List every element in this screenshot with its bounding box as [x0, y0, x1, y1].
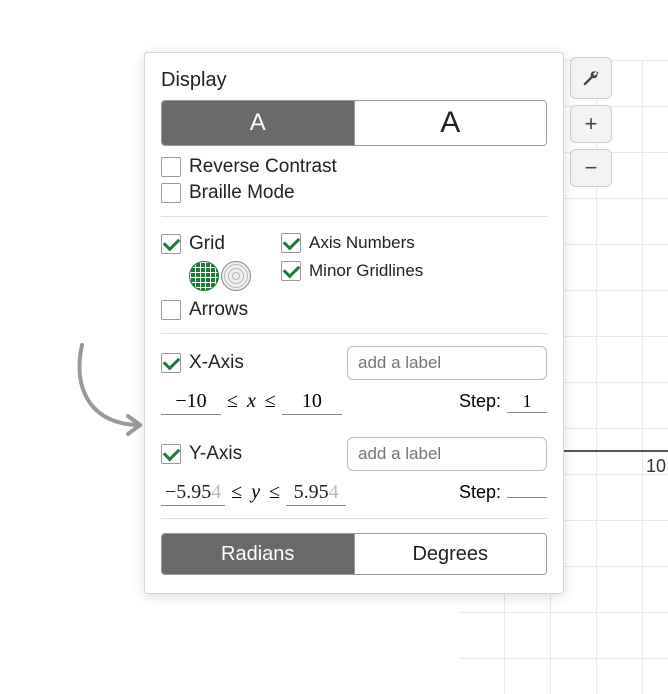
- x-axis-label: X-Axis: [189, 352, 244, 374]
- grid-label: Grid: [189, 233, 225, 255]
- x-axis-label-input[interactable]: [347, 346, 547, 380]
- angle-mode-toggle: Radians Degrees: [161, 533, 547, 575]
- minor-gridlines-checkbox[interactable]: Minor Gridlines: [281, 261, 423, 281]
- divider: [161, 216, 547, 217]
- y-axis-label-input[interactable]: [347, 437, 547, 471]
- axis-numbers-label: Axis Numbers: [309, 233, 415, 253]
- zoom-in-button[interactable]: +: [570, 105, 612, 143]
- y-min-input[interactable]: −5.954: [161, 481, 225, 506]
- grid-style-square[interactable]: [189, 261, 219, 291]
- step-label: Step:: [459, 482, 501, 503]
- checkbox-icon: [281, 261, 301, 281]
- x-min-input[interactable]: −10: [161, 390, 221, 415]
- y-step-input[interactable]: [507, 497, 547, 498]
- divider: [161, 333, 547, 334]
- checkbox-icon: [161, 353, 181, 373]
- divider: [161, 518, 547, 519]
- y-axis-label: Y-Axis: [189, 443, 242, 465]
- font-size-toggle: A A: [161, 100, 547, 146]
- axis-tick-label: 10: [646, 456, 666, 477]
- x-max-input[interactable]: 10: [282, 390, 342, 415]
- checkbox-icon: [161, 300, 181, 320]
- minor-gridlines-label: Minor Gridlines: [309, 261, 423, 281]
- pointer-arrow-icon: [62, 340, 152, 450]
- zoom-out-button[interactable]: −: [570, 149, 612, 187]
- axis-numbers-checkbox[interactable]: Axis Numbers: [281, 233, 423, 253]
- y-axis-range: −5.954 ≤ y ≤ 5.954 Step:: [161, 481, 547, 506]
- x-axis-range: −10 ≤ x ≤ 10 Step: 1: [161, 390, 547, 415]
- arrows-checkbox[interactable]: Arrows: [161, 299, 547, 321]
- font-size-large[interactable]: A: [354, 101, 547, 145]
- wrench-icon: [581, 68, 601, 88]
- reverse-contrast-label: Reverse Contrast: [189, 156, 337, 178]
- checkbox-icon: [161, 234, 181, 254]
- tool-column: + −: [570, 57, 612, 187]
- checkbox-icon: [161, 183, 181, 203]
- arrows-label: Arrows: [189, 299, 248, 321]
- plus-icon: +: [585, 111, 598, 137]
- settings-panel: Display A A Reverse Contrast Braille Mod…: [144, 52, 564, 594]
- checkbox-icon: [161, 444, 181, 464]
- font-size-small[interactable]: A: [162, 101, 354, 145]
- checkbox-icon: [161, 157, 181, 177]
- degrees-option[interactable]: Degrees: [354, 534, 547, 574]
- y-var: y: [248, 481, 263, 504]
- x-var: x: [244, 390, 259, 413]
- step-label: Step:: [459, 391, 501, 412]
- display-heading: Display: [161, 69, 547, 92]
- x-axis-checkbox[interactable]: X-Axis: [161, 352, 244, 374]
- checkbox-icon: [281, 233, 301, 253]
- braille-mode-checkbox[interactable]: Braille Mode: [161, 182, 547, 204]
- settings-button[interactable]: [570, 57, 612, 99]
- leq-icon: ≤: [231, 481, 242, 504]
- leq-icon: ≤: [269, 481, 280, 504]
- leq-icon: ≤: [265, 390, 276, 413]
- grid-checkbox[interactable]: Grid: [161, 233, 251, 255]
- y-max-input[interactable]: 5.954: [286, 481, 346, 506]
- minus-icon: −: [585, 155, 598, 181]
- leq-icon: ≤: [227, 390, 238, 413]
- braille-mode-label: Braille Mode: [189, 182, 295, 204]
- x-step-input[interactable]: 1: [507, 391, 547, 413]
- reverse-contrast-checkbox[interactable]: Reverse Contrast: [161, 156, 547, 178]
- y-axis-checkbox[interactable]: Y-Axis: [161, 443, 242, 465]
- radians-option[interactable]: Radians: [162, 534, 354, 574]
- grid-style-polar[interactable]: [221, 261, 251, 291]
